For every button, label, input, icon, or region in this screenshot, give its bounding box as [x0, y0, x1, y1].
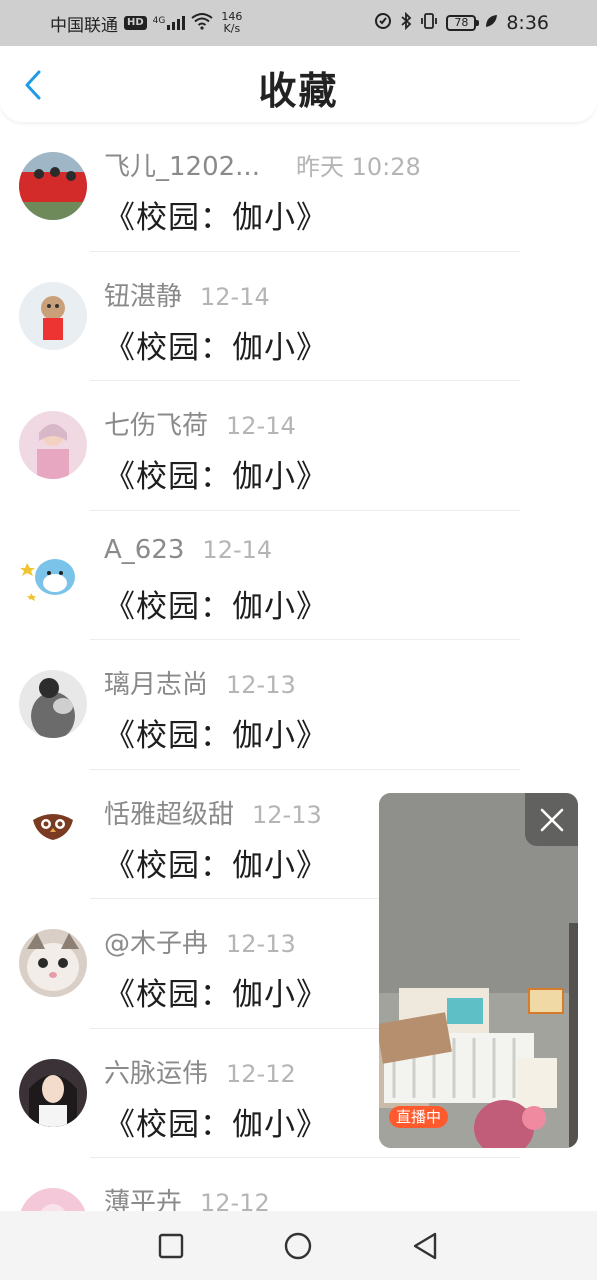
user-name: 恬雅超级甜: [104, 799, 235, 830]
live-preview-image: [379, 793, 578, 1148]
recent-apps-button[interactable]: [154, 1229, 188, 1263]
live-preview-window[interactable]: 直播中: [379, 793, 578, 1148]
network-speed: 146 K/s: [221, 11, 242, 35]
user-name: 飞儿_1202...: [104, 152, 260, 182]
avatar[interactable]: [19, 799, 87, 868]
close-live-button[interactable]: [525, 793, 578, 846]
system-nav-bar: [0, 1211, 597, 1280]
network-speed-unit: K/s: [223, 22, 241, 35]
close-icon: [540, 808, 563, 831]
status-bar: 中国联通 HD 4G 146 K/s 78 8:36: [0, 0, 597, 46]
battery-icon: 78: [446, 15, 480, 31]
timestamp: 12-13: [226, 930, 296, 958]
timestamp: 昨天 10:28: [295, 153, 421, 181]
page-title: 收藏: [258, 69, 339, 113]
bluetooth-icon: [400, 11, 412, 35]
favorite-title: 《校园：伽小》: [104, 847, 328, 884]
avatar[interactable]: [19, 152, 87, 220]
avatar[interactable]: [19, 281, 87, 350]
favorite-title: 《校园：伽小》: [104, 329, 328, 366]
timestamp: 12-14: [202, 535, 273, 564]
timestamp: 12-12: [226, 1059, 296, 1088]
list-item[interactable]: 钮湛静 12-14 《校园：伽小》: [0, 252, 597, 381]
list-item[interactable]: A_623 12-14 《校园：伽小》: [0, 511, 597, 640]
square-icon: [158, 1233, 184, 1259]
user-name: A_623: [104, 534, 185, 565]
avatar[interactable]: [19, 540, 87, 609]
list-item[interactable]: 璃月志尚 12-13 《校园：伽小》: [0, 640, 597, 770]
avatar[interactable]: [19, 929, 87, 997]
favorite-title: 《校园：伽小》: [104, 588, 328, 625]
list-item[interactable]: 七伤飞荷 12-14 《校园：伽小》: [0, 381, 597, 511]
carrier-label: 中国联通: [50, 15, 118, 36]
home-button[interactable]: [281, 1229, 315, 1263]
wifi-icon: [191, 12, 213, 35]
favorite-title: 《校园：伽小》: [104, 718, 328, 754]
favorite-title: 《校园：伽小》: [104, 1106, 328, 1143]
leaf-icon: [484, 13, 498, 34]
user-name: 璃月志尚: [104, 670, 209, 700]
user-name: 七伤飞荷: [104, 411, 209, 441]
favorite-title: 《校园：伽小》: [104, 459, 328, 495]
favorite-title: 《校园：伽小》: [104, 977, 328, 1013]
triangle-back-icon: [413, 1232, 437, 1260]
user-name: @木子冉: [104, 929, 209, 959]
signal-icon: 4G: [153, 16, 186, 30]
network-type-label: 4G: [152, 16, 166, 26]
timestamp: 12-13: [252, 800, 322, 829]
avatar[interactable]: [19, 1058, 87, 1127]
timestamp: 12-14: [200, 282, 270, 311]
live-status-badge: 直播中: [389, 1106, 449, 1128]
favorite-title: 《校园：伽小》: [104, 200, 328, 236]
header: 收藏: [0, 46, 597, 122]
timestamp: 12-14: [226, 412, 296, 440]
circle-icon: [284, 1232, 312, 1260]
avatar[interactable]: [19, 670, 87, 738]
avatar[interactable]: [19, 411, 87, 479]
screen: 中国联通 HD 4G 146 K/s 78 8:36 收藏 飞儿_1202...…: [0, 0, 597, 1280]
list-item[interactable]: 飞儿_1202... 昨天 10:28 《校园：伽小》: [0, 122, 597, 252]
back-nav-button[interactable]: [408, 1229, 442, 1263]
timestamp: 12-13: [226, 671, 296, 699]
data-saver-icon: [374, 12, 392, 35]
battery-level: 78: [454, 16, 469, 29]
user-name: 钮湛静: [104, 281, 183, 312]
hd-badge: HD: [124, 16, 147, 30]
user-name: 六脉运伟: [104, 1058, 209, 1089]
vibrate-icon: [420, 12, 438, 35]
clock: 8:36: [506, 12, 549, 34]
